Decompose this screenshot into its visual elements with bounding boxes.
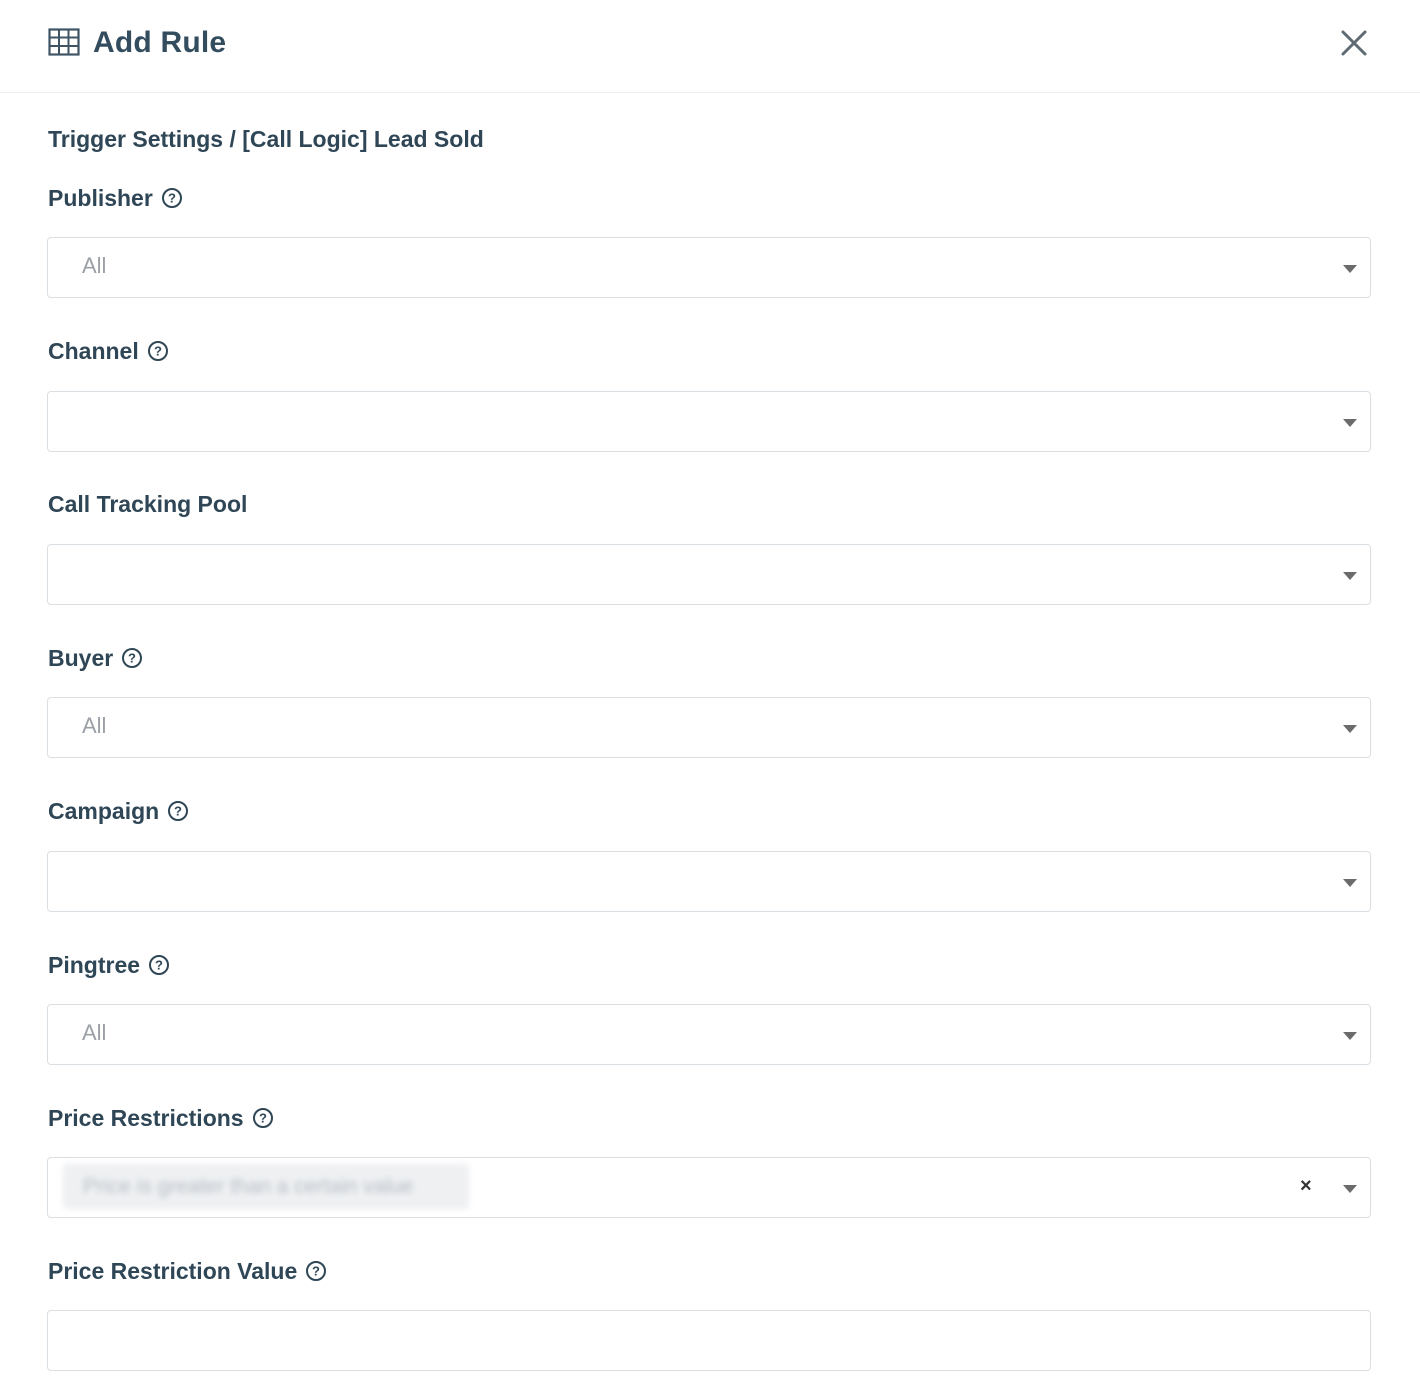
close-icon[interactable] <box>1338 27 1370 59</box>
selected-tag: Price is greater than a certain value <box>63 1164 469 1209</box>
price-restrictions-label-text: Price Restrictions <box>48 1104 244 1131</box>
question-circle-icon[interactable]: ? <box>161 187 183 209</box>
caret-down-icon <box>1343 419 1357 427</box>
svg-text:?: ? <box>174 804 182 819</box>
svg-text:?: ? <box>259 1111 267 1126</box>
question-circle-icon[interactable]: ? <box>252 1107 274 1129</box>
publisher-select[interactable]: All <box>47 237 1371 298</box>
buyer-label-text: Buyer <box>48 644 114 671</box>
price-restriction-value-label-text: Price Restriction Value <box>48 1257 298 1284</box>
clear-selection-icon[interactable]: × <box>1300 1174 1312 1198</box>
modal-header: Add Rule <box>0 0 1420 93</box>
caret-down-icon <box>1343 1185 1357 1193</box>
question-circle-icon[interactable]: ? <box>167 800 189 822</box>
modal-title: Add Rule <box>93 26 227 59</box>
table-grid-icon <box>48 28 80 56</box>
pingtree-label-text: Pingtree <box>48 951 141 978</box>
publisher-value: All <box>82 253 107 278</box>
buyer-select[interactable]: All <box>47 697 1371 758</box>
campaign-label-text: Campaign <box>48 797 160 824</box>
svg-text:?: ? <box>154 344 162 359</box>
section-title: Trigger Settings / [Call Logic] Lead Sol… <box>48 126 484 152</box>
price-restrictions-select[interactable]: Price is greater than a certain value × <box>47 1157 1371 1218</box>
buyer-value: All <box>82 713 107 738</box>
caret-down-icon <box>1343 879 1357 887</box>
question-circle-icon[interactable]: ? <box>147 340 169 362</box>
caret-down-icon <box>1343 572 1357 580</box>
publisher-label: Publisher ? <box>48 183 183 213</box>
caret-down-icon <box>1343 1032 1357 1040</box>
call-tracking-pool-label-text: Call Tracking Pool <box>48 490 248 517</box>
svg-text:?: ? <box>168 191 176 206</box>
pingtree-select[interactable]: All <box>47 1004 1371 1065</box>
campaign-label: Campaign ? <box>48 796 189 826</box>
channel-label-text: Channel <box>48 337 139 364</box>
price-restrictions-label: Price Restrictions ? <box>48 1103 274 1133</box>
caret-down-icon <box>1343 725 1357 733</box>
question-circle-icon[interactable]: ? <box>121 647 143 669</box>
campaign-select[interactable] <box>47 851 1371 912</box>
svg-text:?: ? <box>155 958 163 973</box>
buyer-label: Buyer ? <box>48 643 143 673</box>
pingtree-value: All <box>82 1020 107 1045</box>
svg-text:?: ? <box>312 1264 320 1279</box>
channel-label: Channel ? <box>48 336 169 366</box>
publisher-label-text: Publisher <box>48 184 153 211</box>
question-circle-icon[interactable]: ? <box>148 954 170 976</box>
svg-text:?: ? <box>128 651 136 666</box>
caret-down-icon <box>1343 265 1357 273</box>
price-restriction-value-input[interactable] <box>47 1310 1371 1371</box>
price-restriction-value-label: Price Restriction Value ? <box>48 1256 327 1286</box>
question-circle-icon[interactable]: ? <box>305 1260 327 1282</box>
channel-select[interactable] <box>47 391 1371 452</box>
call-tracking-pool-label: Call Tracking Pool <box>48 489 247 519</box>
call-tracking-pool-select[interactable] <box>47 544 1371 605</box>
pingtree-label: Pingtree ? <box>48 950 170 980</box>
